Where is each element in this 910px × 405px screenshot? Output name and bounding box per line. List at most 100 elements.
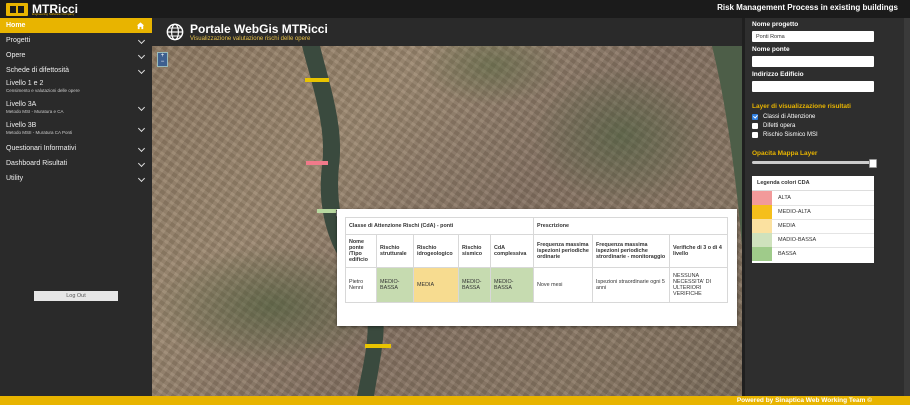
nome-ponte-field[interactable]	[752, 56, 874, 67]
layer-checkbox-sismico[interactable]: Rischio Sismico MSI	[752, 132, 818, 138]
sidebar-item-livello-3b[interactable]: Livello 3B Metodo MSII - Muratura CA Pon…	[0, 120, 152, 141]
legend-label: MEDIO-ALTA	[778, 209, 811, 215]
page-title: Portale WebGis MTRicci	[190, 22, 328, 36]
indirizzo-field[interactable]	[752, 81, 874, 92]
logo-mark-icon	[6, 2, 28, 16]
checkbox-checked-icon[interactable]	[752, 114, 758, 120]
legend-label: ALTA	[778, 195, 791, 201]
cell-inspection-extraordinary: Ispezioni straordinarie ogni 5 anni	[592, 267, 670, 303]
footer-text: Powered by Sinaptica Web Working Team ©	[736, 397, 872, 404]
column-header: Rischio strutturale	[376, 234, 414, 268]
cell-cda-overall: MEDIO-BASSA	[490, 267, 534, 303]
sidebar-item-sublabel: Metodo MSII - Muratura CA Ponti	[6, 130, 73, 135]
layer-label: Classi di Attenzione	[763, 114, 816, 120]
risk-table: Classe di Attenzione Rischi (CdA) - pont…	[345, 217, 728, 303]
sidebar-item-sublabel: Metodo MSI - Muratura e CA	[6, 109, 64, 114]
right-panel: Nome progetto Nome ponte Indirizzo Edifi…	[745, 18, 910, 396]
sidebar-item-questionari[interactable]: Questionari Informativi	[0, 141, 152, 156]
legend-box: Legenda colori CDA ALTA MEDIO-ALTA MEDIA…	[752, 176, 874, 263]
legend-label: BASSA	[778, 251, 797, 257]
bridge-info-popup[interactable]: Classe di Attenzione Rischi (CdA) - pont…	[337, 209, 737, 326]
sidebar-item-livello-1-2[interactable]: Livello 1 e 2 Censimento e valutazioni d…	[0, 78, 152, 99]
layer-section-title: Layer di visualizzazione risultati	[752, 103, 851, 110]
zoom-out-button[interactable]: −	[158, 59, 167, 65]
bridge-marker[interactable]	[317, 209, 337, 213]
cell-risk-hydrogeological: MEDIA	[413, 267, 459, 303]
footer: Powered by Sinaptica Web Working Team ©	[0, 396, 910, 405]
sidebar-item-utility[interactable]: Utility	[0, 171, 152, 186]
cell-verifications: NESSUNA NECESSITA' DI ULTERIORI VERIFICH…	[669, 267, 728, 303]
column-header: Rischio sismico	[458, 234, 491, 268]
column-header: Rischio idrogeologico	[413, 234, 459, 268]
column-header: Verifiche di 3 o di 4 livello	[669, 234, 728, 268]
layer-label: Rischio Sismico MSI	[763, 132, 818, 138]
legend-swatch	[752, 205, 772, 219]
legend-row: MEDIA	[752, 219, 874, 234]
legend-title: Legenda colori CDA	[752, 176, 874, 191]
chevron-down-icon	[137, 159, 146, 168]
sidebar-item-dashboard[interactable]: Dashboard Risultati	[0, 156, 152, 171]
portal-header: Portale WebGis MTRicci Visualizzazione v…	[152, 18, 742, 46]
sidebar-item-label: Schede di difettosità	[6, 67, 70, 74]
cell-risk-structural: MEDIO-BASSA	[376, 267, 414, 303]
checkbox-icon[interactable]	[752, 132, 758, 138]
column-header: Nome ponte /Tipo edificio	[345, 234, 377, 268]
sidebar-item-label: Utility	[6, 175, 24, 182]
sidebar-item-livello-3a[interactable]: Livello 3A Metodo MSI - Muratura e CA	[0, 99, 152, 120]
table-row: Pietro Nenni MEDIO-BASSA MEDIA MEDIO-BAS…	[345, 267, 728, 303]
legend-swatch	[752, 247, 772, 261]
zoom-control[interactable]: + −	[157, 52, 168, 67]
legend-swatch	[752, 191, 772, 205]
legend-row: BASSA	[752, 247, 874, 261]
cell-risk-seismic: MEDIO-BASSA	[458, 267, 491, 303]
sidebar-item-label: Questionari Informativi	[6, 145, 77, 152]
cell-bridge-name: Pietro Nenni	[345, 267, 377, 303]
sidebar-item-label: Dashboard Risultati	[6, 160, 68, 167]
sidebar-item-opere[interactable]: Opere	[0, 48, 152, 63]
legend-row: MADIO-BASSA	[752, 233, 874, 248]
sidebar-item-home[interactable]: Home	[0, 18, 152, 33]
legend-swatch	[752, 233, 772, 247]
legend-label: MEDIA	[778, 223, 796, 229]
nome-progetto-field[interactable]	[752, 31, 874, 42]
bridge-marker[interactable]	[305, 78, 329, 82]
sidebar-item-label: Livello 3B	[6, 122, 37, 129]
layer-checkbox-difetti[interactable]: Difetti opera	[752, 123, 795, 129]
cell-inspection-ordinary: Nove mesi	[533, 267, 593, 303]
bridge-marker[interactable]	[365, 344, 391, 348]
legend-row: MEDIO-ALTA	[752, 205, 874, 220]
sidebar-item-label: Livello 1 e 2	[6, 80, 44, 87]
checkbox-icon[interactable]	[752, 123, 758, 129]
sidebar-item-label: Home	[6, 22, 26, 29]
bridge-marker[interactable]	[306, 161, 328, 165]
chevron-down-icon	[137, 144, 146, 153]
logout-button[interactable]: Log Out	[34, 291, 118, 301]
group-header-prescrizione: Prescrizione	[533, 217, 728, 235]
page-scrollbar[interactable]	[904, 18, 910, 396]
sidebar-item-schede[interactable]: Schede di difettosità	[0, 63, 152, 78]
indirizzo-label: Indirizzo Edificio	[752, 71, 804, 78]
sidebar-item-label: Opere	[6, 52, 26, 59]
top-bar: MTRicci Engineering Software Company Ris…	[0, 0, 910, 18]
opacity-label: Opacita Mappa Layer	[752, 150, 818, 157]
logo-subtitle: Engineering Software Company	[32, 12, 75, 16]
nome-progetto-label: Nome progetto	[752, 21, 799, 28]
header-title: Risk Management Process in existing buil…	[717, 3, 898, 12]
column-header: Frequenza massima ispezioni periodiche o…	[533, 234, 593, 268]
sidebar: Home Progetti Opere Schede di difettosit…	[0, 18, 152, 396]
chevron-down-icon	[137, 66, 146, 75]
sidebar-item-label: Livello 3A	[6, 101, 37, 108]
legend-row: ALTA	[752, 191, 874, 206]
nome-ponte-label: Nome ponte	[752, 46, 790, 53]
legend-label: MADIO-BASSA	[778, 237, 817, 243]
column-header: CdA complessiva	[490, 234, 534, 268]
opacity-slider-track[interactable]	[752, 161, 874, 164]
sidebar-item-sublabel: Censimento e valutazioni delle opere	[6, 88, 80, 93]
sidebar-item-progetti[interactable]: Progetti	[0, 33, 152, 48]
opacity-slider-thumb[interactable]	[869, 159, 877, 168]
chevron-down-icon	[137, 51, 146, 60]
column-header: Frequenza massima ispezioni periodiche s…	[592, 234, 670, 268]
layer-checkbox-classi[interactable]: Classi di Attenzione	[752, 114, 815, 120]
group-header-cda: Classe di Attenzione Rischi (CdA) - pont…	[345, 217, 534, 235]
layer-label: Difetti opera	[763, 123, 796, 129]
